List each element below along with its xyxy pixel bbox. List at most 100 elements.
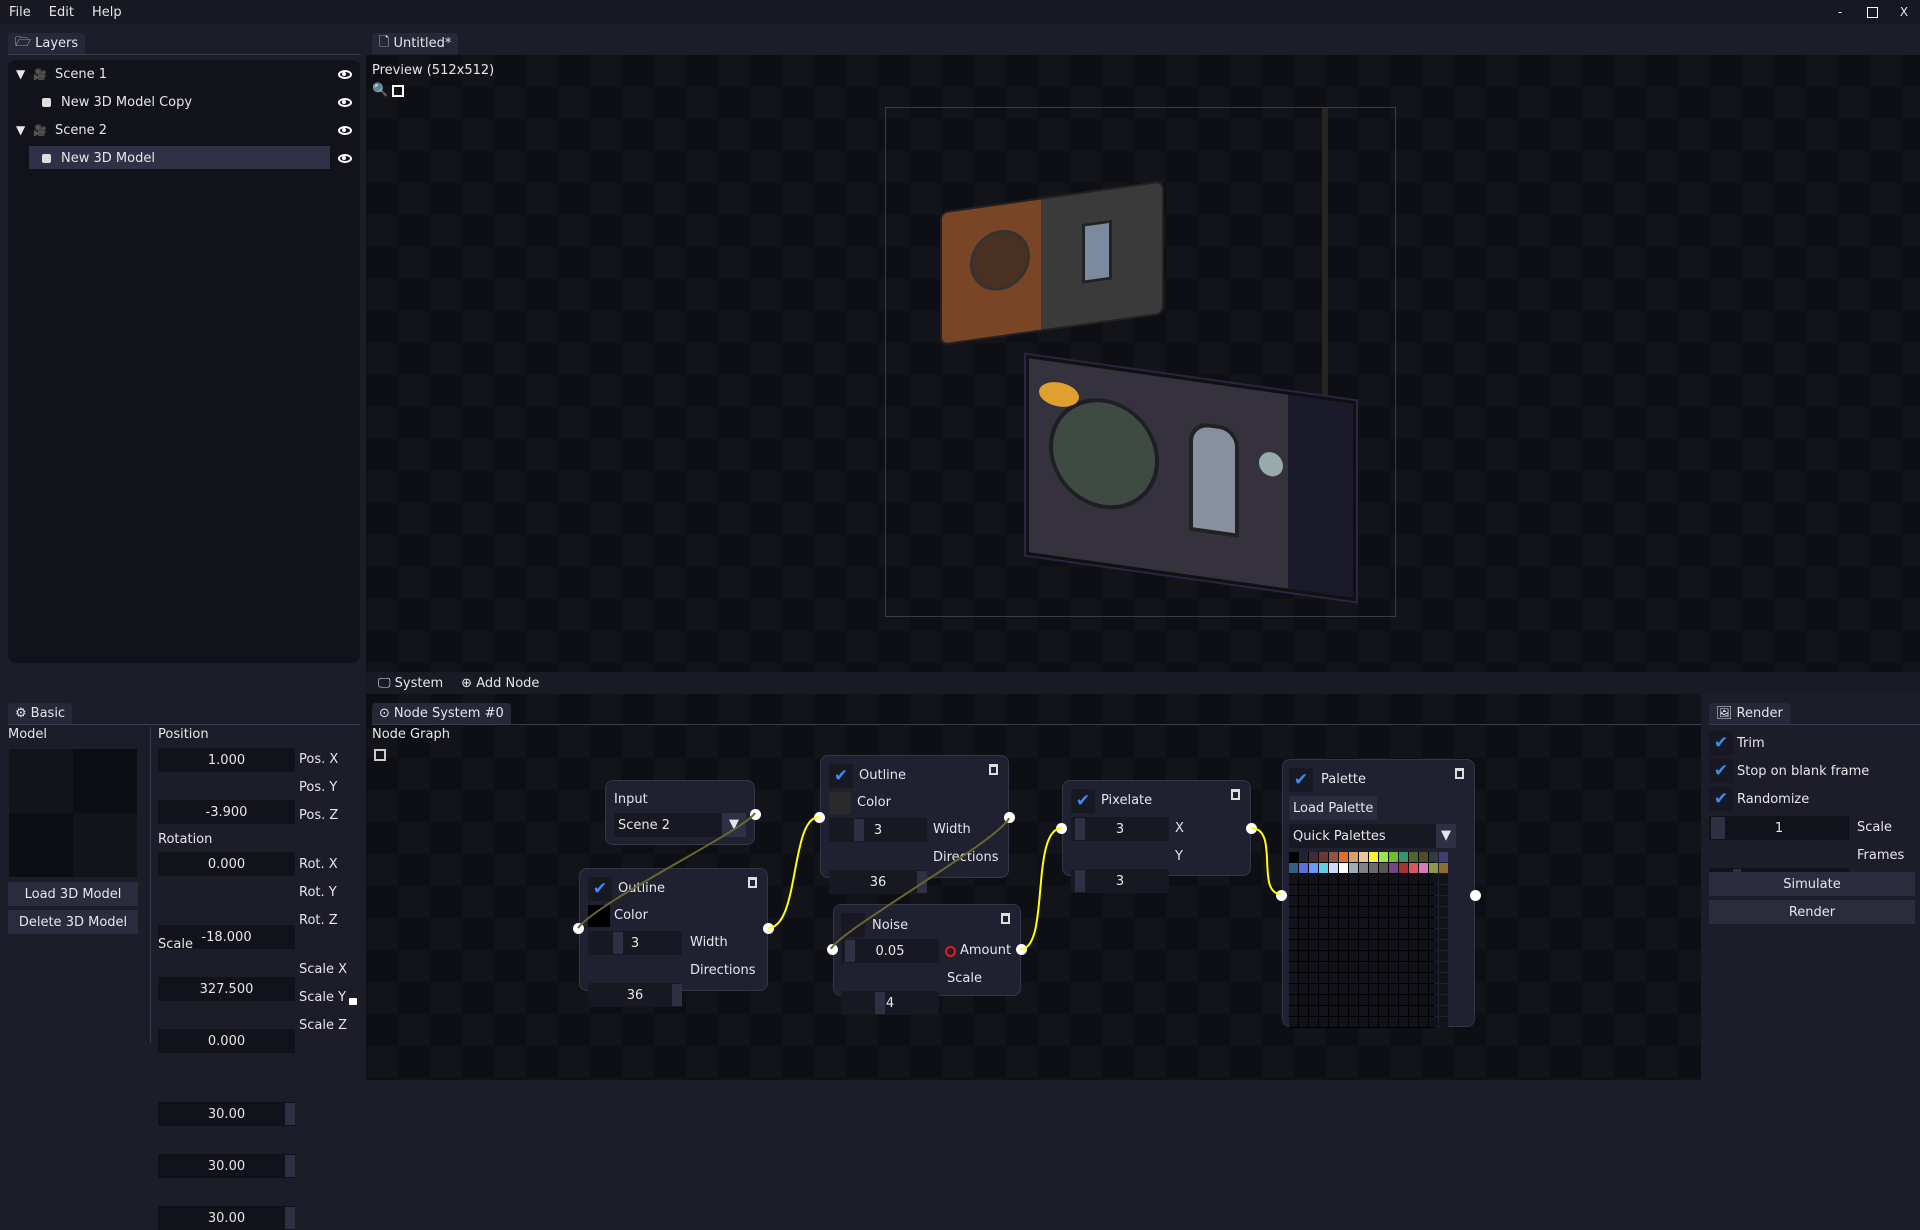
empty-swatch[interactable]	[1319, 918, 1328, 928]
palette-swatch[interactable]	[1329, 863, 1338, 873]
empty-swatch[interactable]	[1359, 995, 1368, 1005]
delete-node-icon[interactable]	[1231, 789, 1240, 800]
empty-swatch[interactable]	[1309, 885, 1318, 895]
empty-swatch[interactable]	[1309, 940, 1318, 950]
empty-swatch[interactable]	[1389, 885, 1398, 895]
empty-swatch[interactable]	[1329, 874, 1338, 884]
load-palette-button[interactable]: Load Palette	[1289, 796, 1378, 820]
empty-swatch[interactable]	[1329, 984, 1338, 994]
empty-swatch[interactable]	[1369, 973, 1378, 983]
empty-swatch[interactable]	[1349, 929, 1358, 939]
empty-swatch[interactable]	[1379, 995, 1388, 1005]
palette-swatch[interactable]	[1359, 852, 1368, 862]
empty-swatch[interactable]	[1409, 973, 1418, 983]
empty-swatch[interactable]	[1379, 896, 1388, 906]
empty-swatch[interactable]	[1409, 1017, 1418, 1027]
empty-swatch[interactable]	[1439, 885, 1448, 895]
visibility-eye-icon[interactable]	[338, 153, 352, 163]
pixelate-x-input[interactable]: 3	[1071, 817, 1169, 841]
empty-swatch[interactable]	[1329, 951, 1338, 961]
empty-swatch[interactable]	[1349, 907, 1358, 917]
empty-swatch[interactable]	[1289, 874, 1298, 884]
amount-input[interactable]: 0.05	[841, 939, 939, 963]
empty-swatch[interactable]	[1329, 896, 1338, 906]
rotation-input[interactable]: 0.000	[158, 1029, 295, 1053]
delete-3d-model-button[interactable]: Delete 3D Model	[8, 910, 138, 934]
width-input[interactable]: 3	[829, 818, 927, 842]
output-port[interactable]	[1016, 944, 1027, 955]
palette-swatch[interactable]	[1389, 852, 1398, 862]
scene-select[interactable]: Scene 2 ▼	[614, 813, 746, 837]
palette-swatch[interactable]	[1389, 863, 1398, 873]
maximize-button[interactable]	[1856, 0, 1888, 24]
scale-input[interactable]: 4	[841, 991, 939, 1015]
position-input[interactable]: 1.000	[158, 748, 295, 772]
empty-swatch[interactable]	[1329, 929, 1338, 939]
empty-swatch[interactable]	[1299, 907, 1308, 917]
enable-checkbox[interactable]: ✔	[829, 764, 853, 788]
empty-swatch[interactable]	[1399, 896, 1408, 906]
empty-swatch[interactable]	[1339, 874, 1348, 884]
layer-scene-2[interactable]: ▼ 🎥 Scene 2	[8, 116, 360, 144]
empty-swatch[interactable]	[1389, 874, 1398, 884]
empty-swatch[interactable]	[1429, 984, 1438, 994]
empty-swatch[interactable]	[1289, 984, 1298, 994]
rotation-input[interactable]: 327.500	[158, 977, 295, 1001]
empty-swatch[interactable]	[1369, 995, 1378, 1005]
empty-swatch[interactable]	[1289, 885, 1298, 895]
empty-swatch[interactable]	[1349, 874, 1358, 884]
palette-swatch[interactable]	[1439, 852, 1448, 862]
palette-swatch[interactable]	[1429, 852, 1438, 862]
stop-on-blank-checkbox[interactable]: ✔ Stop on blank frame	[1709, 757, 1869, 785]
render-scale-input[interactable]: 1	[1709, 816, 1849, 840]
empty-swatch[interactable]	[1409, 984, 1418, 994]
tab-untitled[interactable]: 🗋 Untitled*	[372, 33, 459, 54]
empty-swatch[interactable]	[1379, 962, 1388, 972]
slider-handle[interactable]	[845, 940, 855, 962]
palette-swatch[interactable]	[1379, 852, 1388, 862]
palette-swatch[interactable]	[1409, 852, 1418, 862]
quick-palettes-select[interactable]: Quick Palettes	[1289, 824, 1436, 848]
empty-swatch[interactable]	[1349, 896, 1358, 906]
scale-input[interactable]: 30.00	[158, 1102, 295, 1126]
empty-swatch[interactable]	[1409, 896, 1418, 906]
empty-swatch[interactable]	[1379, 907, 1388, 917]
empty-swatch[interactable]	[1339, 929, 1348, 939]
palette-swatch[interactable]	[1429, 863, 1438, 873]
empty-swatch[interactable]	[1309, 951, 1318, 961]
slider-handle[interactable]	[917, 871, 927, 893]
empty-swatch[interactable]	[1309, 984, 1318, 994]
close-button[interactable]: X	[1888, 0, 1920, 24]
node-palette[interactable]: ✔ Palette Load Palette Quick Palettes ▼	[1276, 759, 1481, 1028]
palette-swatch[interactable]	[1289, 863, 1298, 873]
empty-swatch[interactable]	[1359, 962, 1368, 972]
empty-swatch[interactable]	[1289, 973, 1298, 983]
input-port[interactable]	[573, 923, 584, 934]
empty-swatch[interactable]	[1419, 995, 1428, 1005]
scale-input[interactable]: 30.00	[158, 1206, 295, 1230]
empty-swatch[interactable]	[1429, 973, 1438, 983]
empty-swatch[interactable]	[1339, 973, 1348, 983]
empty-swatch[interactable]	[1319, 907, 1328, 917]
empty-swatch[interactable]	[1319, 885, 1328, 895]
empty-swatch[interactable]	[1289, 962, 1298, 972]
palette-swatch[interactable]	[1409, 863, 1418, 873]
empty-swatch[interactable]	[1319, 1017, 1328, 1027]
empty-swatch[interactable]	[1429, 940, 1438, 950]
empty-swatch[interactable]	[1439, 907, 1448, 917]
slider-handle[interactable]	[285, 1155, 295, 1177]
palette-swatch[interactable]	[1339, 863, 1348, 873]
empty-swatch[interactable]	[1329, 962, 1338, 972]
empty-swatch[interactable]	[1439, 896, 1448, 906]
empty-swatch[interactable]	[1349, 995, 1358, 1005]
tab-basic[interactable]: ⚙ Basic	[8, 703, 73, 724]
enable-checkbox[interactable]: ✔	[588, 877, 612, 901]
delete-node-icon[interactable]	[1455, 768, 1464, 779]
empty-swatch[interactable]	[1299, 896, 1308, 906]
empty-swatch[interactable]	[1439, 1017, 1448, 1027]
delete-node-icon[interactable]	[1001, 913, 1010, 924]
empty-swatch[interactable]	[1419, 1006, 1428, 1016]
palette-swatch[interactable]	[1379, 863, 1388, 873]
empty-swatch[interactable]	[1429, 896, 1438, 906]
empty-swatch[interactable]	[1319, 1006, 1328, 1016]
